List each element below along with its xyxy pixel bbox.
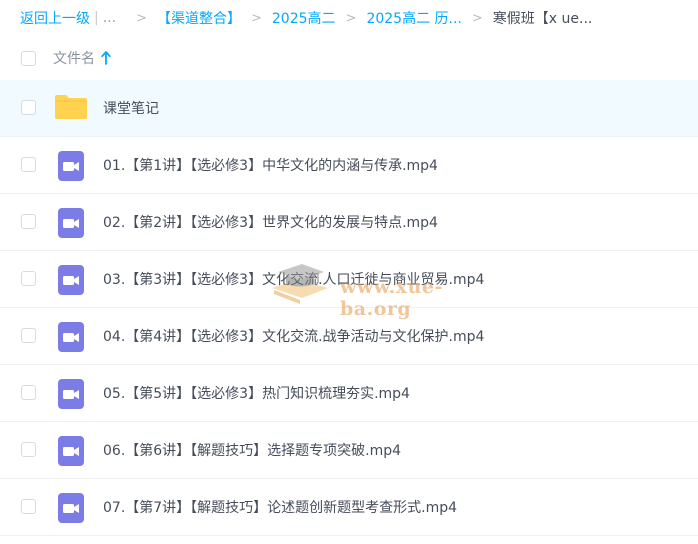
breadcrumb-item-history[interactable]: 2025高二 历... — [366, 8, 461, 28]
video-file-icon — [58, 151, 84, 181]
file-name[interactable]: 06.【第6讲】【解题技巧】选择题专项突破.mp4 — [103, 440, 401, 460]
file-row-video[interactable]: 06.【第6讲】【解题技巧】选择题专项突破.mp4 — [0, 422, 698, 479]
row-checkbox[interactable] — [21, 499, 36, 514]
row-checkbox[interactable] — [21, 328, 36, 343]
file-row-video[interactable]: 07.【第7讲】【解题技巧】论述题创新题型考查形式.mp4 — [0, 479, 698, 536]
file-name[interactable]: 课堂笔记 — [103, 98, 159, 118]
row-checkbox[interactable] — [21, 214, 36, 229]
breadcrumb-item-grade[interactable]: 2025高二 — [272, 8, 336, 28]
row-checkbox[interactable] — [21, 385, 36, 400]
row-checkbox[interactable] — [21, 157, 36, 172]
file-row-video[interactable]: 01.【第1讲】【选必修3】中华文化的内涵与传承.mp4 — [0, 137, 698, 194]
back-link[interactable]: 返回上一级 — [20, 8, 90, 28]
column-label-filename: 文件名 — [53, 51, 95, 67]
file-row-video[interactable]: 03.【第3讲】【选必修3】文化交流.人口迁徙与商业贸易.mp4 — [0, 251, 698, 308]
chevron-right-icon: > — [471, 10, 483, 26]
file-name[interactable]: 07.【第7讲】【解题技巧】论述题创新题型考查形式.mp4 — [103, 497, 457, 517]
file-list-header: 文件名 — [0, 36, 698, 80]
row-checkbox[interactable] — [21, 271, 36, 286]
file-name[interactable]: 03.【第3讲】【选必修3】文化交流.人口迁徙与商业贸易.mp4 — [103, 269, 484, 289]
file-name[interactable]: 01.【第1讲】【选必修3】中华文化的内涵与传承.mp4 — [103, 155, 438, 175]
breadcrumb-divider: | — [94, 10, 99, 26]
file-row-video[interactable]: 02.【第2讲】【选必修3】世界文化的发展与特点.mp4 — [0, 194, 698, 251]
chevron-right-icon: > — [250, 10, 262, 26]
sort-ascending-icon — [101, 51, 111, 65]
breadcrumb-item-channel[interactable]: 【渠道整合】 — [157, 8, 241, 28]
file-name[interactable]: 02.【第2讲】【选必修3】世界文化的发展与特点.mp4 — [103, 212, 438, 232]
row-checkbox[interactable] — [21, 100, 36, 115]
select-all-checkbox[interactable] — [21, 50, 36, 66]
video-file-icon — [58, 379, 84, 409]
file-row-folder[interactable]: 课堂笔记 — [0, 80, 698, 137]
video-file-icon — [58, 265, 84, 295]
folder-icon — [55, 95, 87, 119]
chevron-right-icon: > — [345, 10, 357, 26]
file-name[interactable]: 04.【第4讲】【选必修3】文化交流.战争活动与文化保护.mp4 — [103, 326, 484, 346]
video-file-icon — [58, 493, 84, 523]
chevron-right-icon: > — [136, 10, 147, 26]
sort-by-name-button[interactable]: 文件名 — [53, 48, 111, 68]
row-checkbox[interactable] — [21, 442, 36, 457]
breadcrumb-current: 寒假班【x ue... — [492, 11, 593, 27]
video-file-icon — [58, 208, 84, 238]
video-file-icon — [58, 436, 84, 466]
breadcrumb: 返回上一级 | ... > 【渠道整合】 > 2025高二 > 2025高二 历… — [20, 0, 690, 36]
breadcrumb-ellipsis[interactable]: ... — [103, 10, 116, 26]
file-row-video[interactable]: 04.【第4讲】【选必修3】文化交流.战争活动与文化保护.mp4 — [0, 308, 698, 365]
file-row-video[interactable]: 05.【第5讲】【选必修3】热门知识梳理夯实.mp4 — [0, 365, 698, 422]
video-file-icon — [58, 322, 84, 352]
file-name[interactable]: 05.【第5讲】【选必修3】热门知识梳理夯实.mp4 — [103, 383, 410, 403]
file-list: 课堂笔记 01.【第1讲】【选必修3】中华文化的内涵与传承.mp4 02.【第2… — [0, 80, 698, 536]
